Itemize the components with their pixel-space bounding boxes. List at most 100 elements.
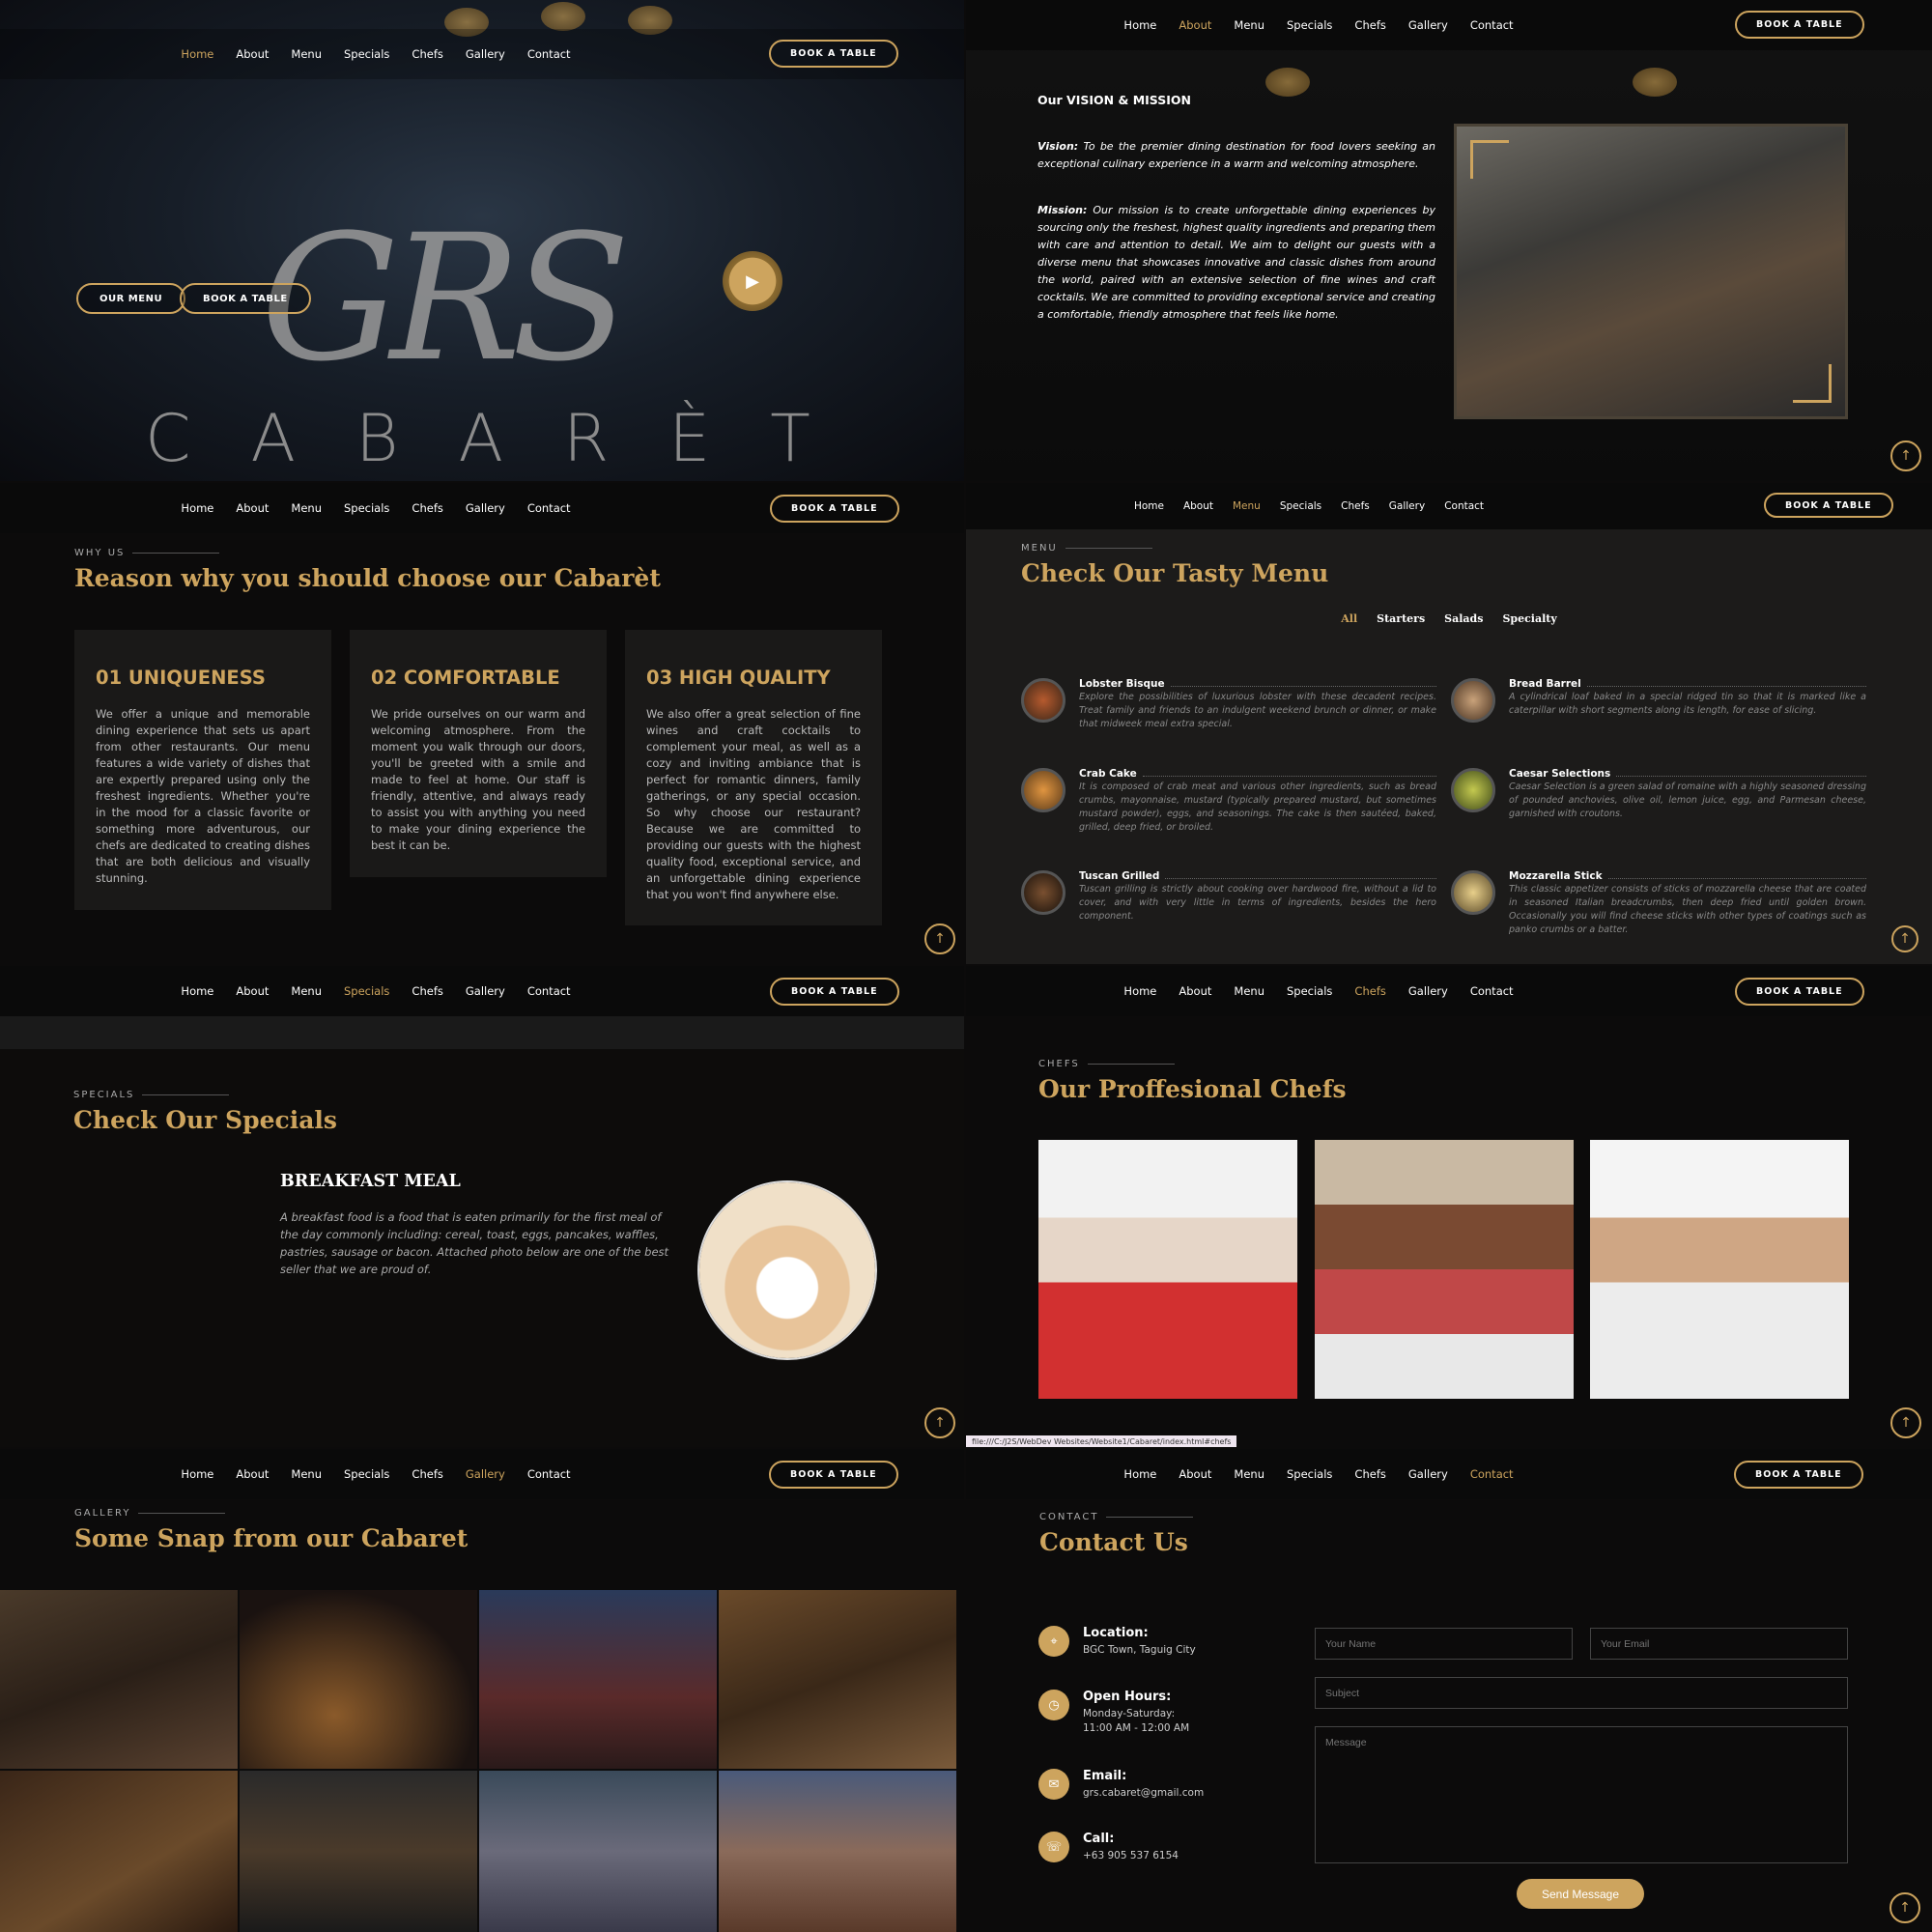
- gallery-image[interactable]: [719, 1771, 956, 1932]
- filter-salads[interactable]: Salads: [1444, 612, 1483, 625]
- book-table-button[interactable]: BOOK A TABLE: [770, 495, 899, 523]
- nav-contact[interactable]: Contact: [527, 1467, 571, 1481]
- play-video-button[interactable]: ▶: [723, 251, 782, 311]
- back-to-top-button[interactable]: ↑: [924, 1407, 955, 1438]
- filter-all[interactable]: All: [1341, 612, 1357, 625]
- gallery-image[interactable]: [240, 1590, 477, 1769]
- nav-menu[interactable]: Menu: [291, 1467, 322, 1481]
- nav-contact[interactable]: Contact: [1444, 500, 1484, 512]
- call-value[interactable]: +63 905 537 6154: [1083, 1849, 1179, 1863]
- nav-contact[interactable]: Contact: [1470, 1467, 1514, 1481]
- nav-contact[interactable]: Contact: [1470, 18, 1514, 32]
- nav-gallery[interactable]: Gallery: [466, 984, 505, 998]
- nav-gallery[interactable]: Gallery: [1408, 1467, 1448, 1481]
- message-textarea[interactable]: [1315, 1726, 1848, 1863]
- gallery-image[interactable]: [240, 1771, 477, 1932]
- nav-chefs[interactable]: Chefs: [412, 47, 442, 61]
- nav-home[interactable]: Home: [1123, 1467, 1156, 1481]
- filter-specialty[interactable]: Specialty: [1502, 612, 1556, 625]
- email-value[interactable]: grs.cabaret@gmail.com: [1083, 1786, 1204, 1801]
- nav-specials[interactable]: Specials: [1287, 984, 1332, 998]
- menu-item-name: Caesar Selections: [1509, 768, 1866, 780]
- nav-about[interactable]: About: [236, 47, 269, 61]
- book-table-button[interactable]: BOOK A TABLE: [1764, 493, 1893, 518]
- menu-item-body: Tuscan Grilled Tuscan grilling is strictl…: [1079, 870, 1436, 923]
- nav-chefs[interactable]: Chefs: [1341, 500, 1370, 512]
- nav-chefs[interactable]: Chefs: [412, 501, 442, 515]
- name-input[interactable]: [1315, 1628, 1573, 1660]
- gallery-image[interactable]: [0, 1771, 238, 1932]
- nav-gallery[interactable]: Gallery: [1389, 500, 1425, 512]
- nav-menu[interactable]: Menu: [1234, 18, 1264, 32]
- subject-input[interactable]: [1315, 1677, 1848, 1709]
- why-header: WHY US Reason why you should choose our …: [74, 548, 661, 592]
- nav-specials[interactable]: Specials: [1287, 18, 1332, 32]
- nav-about[interactable]: About: [1179, 984, 1211, 998]
- nav-chefs[interactable]: Chefs: [412, 1467, 442, 1481]
- nav-gallery[interactable]: Gallery: [466, 47, 505, 61]
- book-table-button[interactable]: BOOK A TABLE: [769, 1461, 898, 1489]
- email-input[interactable]: [1590, 1628, 1848, 1660]
- back-to-top-button[interactable]: ↑: [1889, 1892, 1920, 1923]
- menu-item-desc: This classic appetizer consists of stick…: [1509, 884, 1866, 935]
- gallery-image[interactable]: [479, 1771, 717, 1932]
- nav-gallery[interactable]: Gallery: [1408, 984, 1448, 998]
- nav-menu[interactable]: Menu: [291, 501, 322, 515]
- book-table-button[interactable]: BOOK A TABLE: [770, 978, 899, 1006]
- nav-specials[interactable]: Specials: [344, 501, 389, 515]
- nav-specials[interactable]: Specials: [344, 47, 389, 61]
- nav-home[interactable]: Home: [1123, 18, 1156, 32]
- nav-about[interactable]: About: [1179, 1467, 1211, 1481]
- filter-starters[interactable]: Starters: [1377, 612, 1425, 625]
- nav-chefs[interactable]: Chefs: [412, 984, 442, 998]
- nav-specials[interactable]: Specials: [1287, 1467, 1332, 1481]
- nav-about[interactable]: About: [1183, 500, 1213, 512]
- gallery-image[interactable]: [719, 1590, 956, 1769]
- back-to-top-button[interactable]: ↑: [1891, 925, 1918, 952]
- nav-about[interactable]: About: [236, 501, 269, 515]
- nav-menu[interactable]: Menu: [1234, 984, 1264, 998]
- nav-gallery[interactable]: Gallery: [1408, 18, 1448, 32]
- menu-panel: Home About Menu Specials Chefs Gallery C…: [966, 483, 1932, 964]
- back-to-top-button[interactable]: ↑: [1890, 1407, 1921, 1438]
- back-to-top-button[interactable]: ↑: [1890, 440, 1921, 471]
- nav-home[interactable]: Home: [1134, 500, 1164, 512]
- book-table-button[interactable]: BOOK A TABLE: [1735, 11, 1864, 39]
- contact-hours: ◷ Open Hours: Monday-Saturday: 11:00 AM - …: [1038, 1690, 1189, 1736]
- vision-text: To be the premier dining destination for…: [1037, 140, 1436, 170]
- nav-contact[interactable]: Contact: [527, 984, 571, 998]
- book-table-button[interactable]: BOOK A TABLE: [1734, 1461, 1863, 1489]
- book-table-button[interactable]: BOOK A TABLE: [769, 40, 898, 68]
- nav-contact[interactable]: Contact: [1470, 984, 1514, 998]
- nav-specials[interactable]: Specials: [1280, 500, 1321, 512]
- nav-about[interactable]: About: [1179, 18, 1211, 32]
- our-menu-button[interactable]: OUR MENU: [76, 283, 186, 314]
- nav-specials[interactable]: Specials: [344, 984, 389, 998]
- nav-about[interactable]: About: [236, 1467, 269, 1481]
- nav-home[interactable]: Home: [181, 47, 213, 61]
- nav-chefs[interactable]: Chefs: [1354, 18, 1385, 32]
- nav-menu[interactable]: Menu: [291, 984, 322, 998]
- nav-chefs[interactable]: Chefs: [1354, 984, 1385, 998]
- gallery-image[interactable]: [0, 1590, 238, 1769]
- contact-location: ⌖ Location: BGC Town, Taguig City: [1038, 1626, 1196, 1658]
- book-table-button[interactable]: BOOK A TABLE: [1735, 978, 1864, 1006]
- nav-contact[interactable]: Contact: [527, 501, 571, 515]
- send-message-button[interactable]: Send Message: [1517, 1879, 1644, 1909]
- nav-home[interactable]: Home: [181, 984, 213, 998]
- nav-home[interactable]: Home: [1123, 984, 1156, 998]
- nav-home[interactable]: Home: [181, 501, 213, 515]
- nav-menu[interactable]: Menu: [1233, 500, 1261, 512]
- gallery-image[interactable]: [479, 1590, 717, 1769]
- back-to-top-button[interactable]: ↑: [924, 923, 955, 954]
- hero-book-table-button[interactable]: BOOK A TABLE: [180, 283, 311, 314]
- nav-specials[interactable]: Specials: [344, 1467, 389, 1481]
- nav-home[interactable]: Home: [181, 1467, 213, 1481]
- nav-contact[interactable]: Contact: [527, 47, 571, 61]
- nav-menu[interactable]: Menu: [291, 47, 322, 61]
- nav-menu[interactable]: Menu: [1234, 1467, 1264, 1481]
- nav-about[interactable]: About: [236, 984, 269, 998]
- nav-chefs[interactable]: Chefs: [1354, 1467, 1385, 1481]
- nav-gallery[interactable]: Gallery: [466, 1467, 505, 1481]
- nav-gallery[interactable]: Gallery: [466, 501, 505, 515]
